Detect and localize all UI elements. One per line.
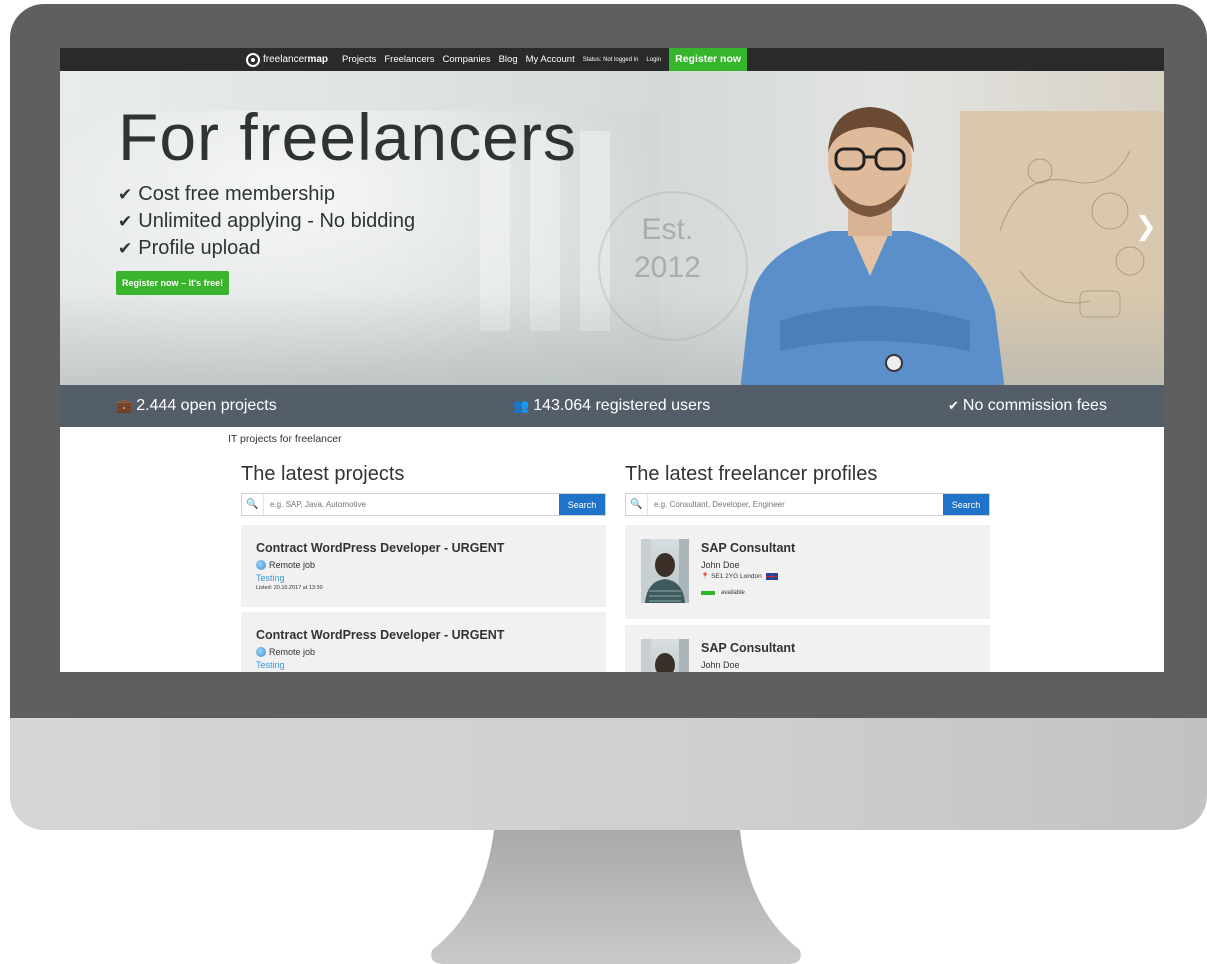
latest-profiles-title: The latest freelancer profiles — [625, 463, 878, 485]
profile-status: available — [701, 590, 745, 596]
badge-est: Est. — [641, 213, 694, 246]
hero-title: For freelancers — [118, 100, 577, 174]
globe-icon — [256, 647, 266, 657]
stat-registered-users-text: 143.064 registered users — [533, 397, 711, 414]
stat-commission-text: No commission fees — [962, 397, 1107, 414]
hero-bullet-text: Cost free membership — [138, 183, 335, 205]
project-listed-date: Listed: 20.10.2017 at 13:30 — [256, 585, 323, 591]
search-icon: 🔍 — [242, 494, 264, 515]
nav-item-blog[interactable]: Blog — [499, 54, 518, 65]
project-title[interactable]: Contract WordPress Developer - URGENT — [256, 628, 504, 642]
profile-search: 🔍 Search — [625, 493, 990, 516]
stat-registered-users: 👥 143.064 registered users — [513, 397, 710, 415]
login-status: Status: Not logged in — [582, 56, 639, 63]
monitor-chin — [10, 718, 1207, 830]
latest-projects-title: The latest projects — [241, 463, 405, 485]
briefcase-icon: 💼 — [116, 398, 133, 413]
badge-year: 2012 — [634, 251, 701, 284]
chevron-right-icon[interactable]: ❯ — [1135, 211, 1157, 242]
hero-bullets: ✔ Cost free membership ✔ Unlimited applyin… — [118, 181, 415, 262]
top-navbar: freelancermap Projects Freelancers Compa… — [60, 48, 1164, 71]
nav-item-projects[interactable]: Projects — [342, 54, 376, 65]
profile-status-text: available — [721, 590, 745, 596]
project-card[interactable]: Contract WordPress Developer - URGENT Re… — [241, 612, 606, 672]
breadcrumb: IT projects for freelancer — [228, 433, 342, 445]
hero-bullet: ✔ Unlimited applying - No bidding — [118, 208, 415, 235]
project-search-input[interactable] — [264, 494, 559, 515]
login-link[interactable]: Login — [646, 57, 661, 63]
project-tag[interactable]: Testing — [256, 660, 285, 670]
logo-icon — [246, 52, 260, 67]
project-tag[interactable]: Testing — [256, 573, 285, 583]
nav-item-companies[interactable]: Companies — [443, 54, 491, 65]
register-now-button[interactable]: Register now — [669, 48, 748, 71]
stats-bar: 💼 2.444 open projects 👥 143.064 registered… — [60, 385, 1164, 427]
profile-name: John Doe — [701, 560, 740, 570]
profile-card[interactable]: SAP Consultant John Doe 📍 SE1 2YG London … — [625, 525, 990, 619]
check-icon: ✔ — [948, 398, 959, 413]
project-location: Remote job — [256, 647, 315, 657]
profile-location: 📍 SE1 2YG London — [701, 572, 778, 580]
profile-search-button[interactable]: Search — [943, 494, 989, 515]
nav-item-my-account[interactable]: My Account — [526, 54, 575, 65]
screen: freelancermap Projects Freelancers Compa… — [60, 48, 1164, 672]
stat-commission: ✔ No commission fees — [948, 397, 1107, 415]
globe-icon — [256, 560, 266, 570]
project-search: 🔍 Search — [241, 493, 606, 516]
status-indicator — [701, 591, 715, 595]
check-icon: ✔ — [118, 239, 133, 258]
stat-open-projects-text: 2.444 open projects — [136, 397, 277, 414]
profile-search-input[interactable] — [648, 494, 943, 515]
uk-flag-icon — [765, 572, 778, 580]
profile-name: John Doe — [701, 660, 740, 670]
project-title[interactable]: Contract WordPress Developer - URGENT — [256, 541, 504, 555]
logo-text-bold: map — [307, 54, 329, 65]
project-location-text: Remote job — [269, 560, 316, 570]
logo[interactable]: freelancermap — [246, 52, 329, 67]
project-location-text: Remote job — [269, 647, 316, 657]
project-location: Remote job — [256, 560, 315, 570]
hero-person-image — [740, 107, 1005, 385]
logo-text: freelancer — [263, 54, 308, 65]
hero-bullet-text: Profile upload — [138, 237, 261, 259]
profile-location-text: SE1 2YG London — [711, 572, 762, 580]
check-icon: ✔ — [118, 212, 133, 231]
project-card[interactable]: Contract WordPress Developer - URGENT Re… — [241, 525, 606, 607]
profile-card[interactable]: SAP Consultant John Doe — [625, 625, 990, 672]
location-pin-icon: 📍 — [701, 573, 710, 580]
stat-open-projects: 💼 2.444 open projects — [116, 397, 277, 415]
avatar[interactable] — [641, 639, 689, 672]
profile-title[interactable]: SAP Consultant — [701, 641, 795, 655]
avatar[interactable] — [641, 539, 689, 603]
hero-register-button[interactable]: Register now – It's free! — [116, 271, 230, 295]
monitor-stand — [431, 830, 801, 964]
search-icon: 🔍 — [626, 494, 648, 515]
users-icon: 👥 — [513, 398, 530, 413]
hero-bullet-text: Unlimited applying - No bidding — [138, 210, 416, 232]
hero-banner: Est. 2012 For freelancers ✔ Cost free mem… — [60, 71, 1164, 385]
hero-bullet: ✔ Cost free membership — [118, 181, 415, 208]
nav-item-freelancers[interactable]: Freelancers — [384, 54, 434, 65]
profile-title[interactable]: SAP Consultant — [701, 541, 795, 555]
check-icon: ✔ — [118, 185, 133, 204]
project-search-button[interactable]: Search — [559, 494, 605, 515]
hero-bullet: ✔ Profile upload — [118, 235, 415, 262]
